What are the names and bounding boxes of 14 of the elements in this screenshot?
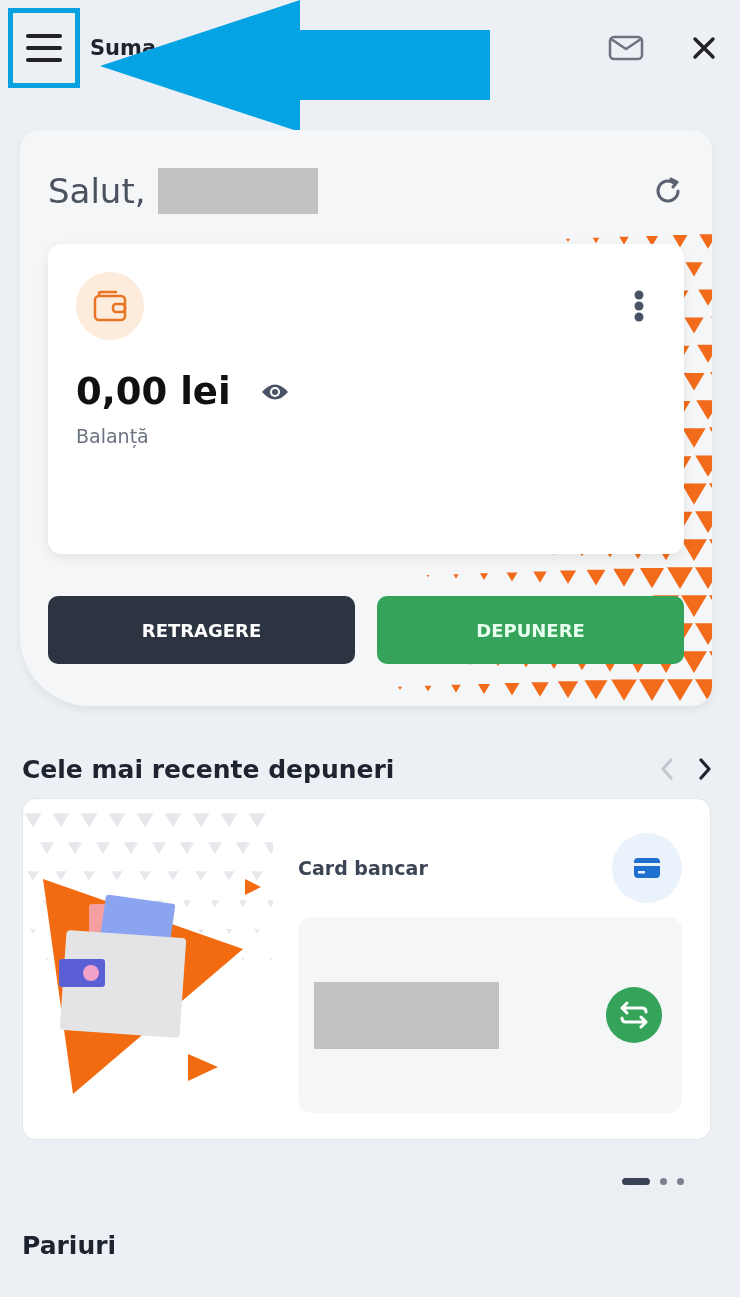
eye-icon[interactable] bbox=[260, 382, 289, 401]
page-dot[interactable] bbox=[660, 1178, 667, 1185]
swap-icon[interactable] bbox=[606, 987, 662, 1043]
section-title: Cele mai recente depuneri bbox=[22, 754, 396, 784]
withdraw-button[interactable]: RETRAGERE bbox=[48, 596, 355, 664]
greeting-text: Salut, bbox=[48, 171, 146, 211]
more-icon[interactable] bbox=[634, 290, 644, 322]
section-title: Pariuri bbox=[22, 1231, 118, 1260]
balance-label: Balanță bbox=[76, 425, 149, 447]
balance-amount: 0,00 lei bbox=[76, 370, 231, 413]
menu-icon[interactable] bbox=[25, 32, 63, 63]
page-dot[interactable] bbox=[677, 1178, 684, 1185]
payment-method: Card bancar bbox=[298, 857, 428, 879]
deposit-card[interactable]: Card bancar bbox=[22, 798, 711, 1140]
